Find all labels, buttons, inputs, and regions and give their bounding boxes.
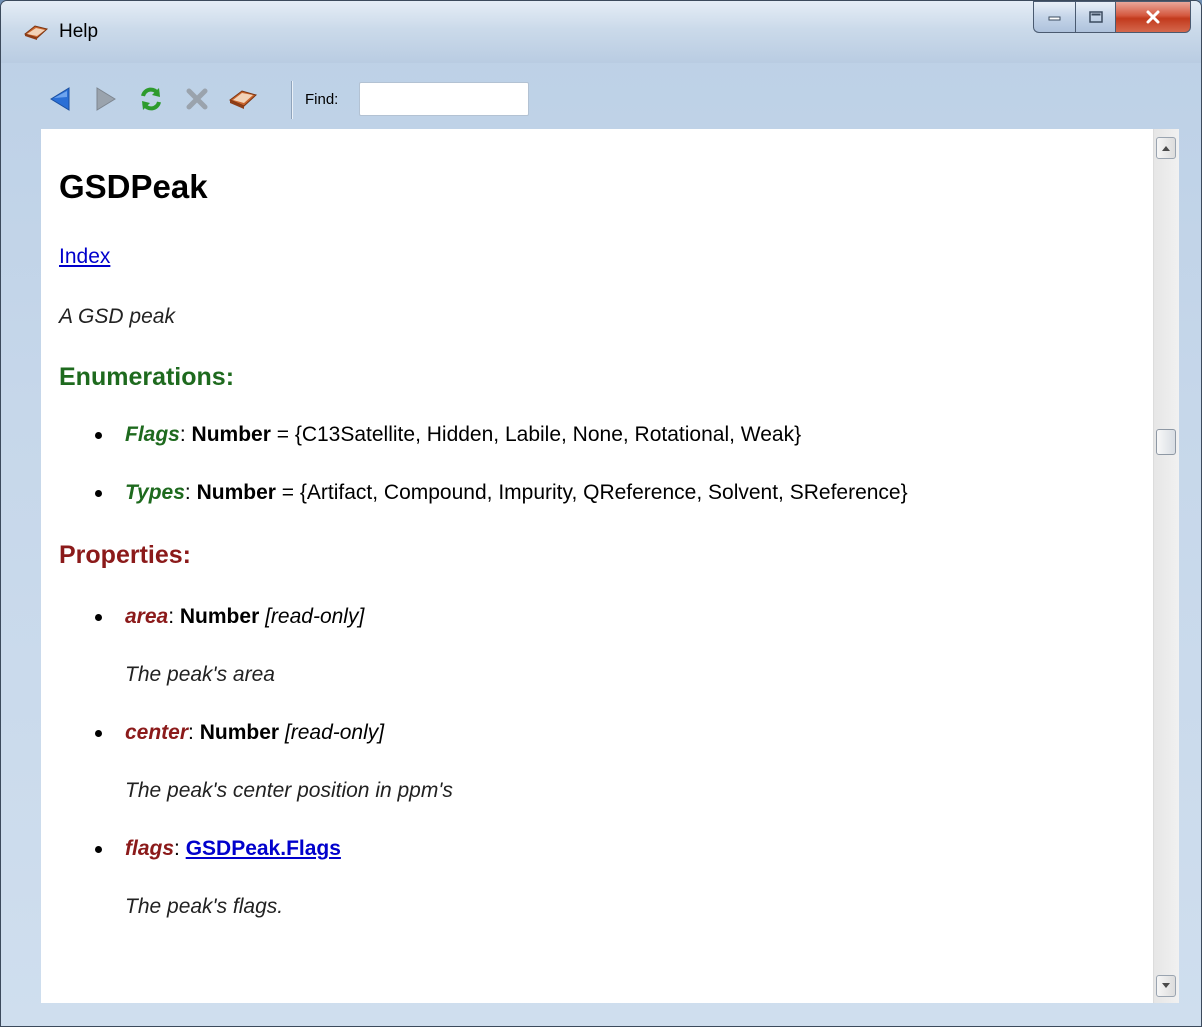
index-link[interactable]: Index bbox=[59, 245, 110, 269]
enum-values: = {Artifact, Compound, Impurity, QRefere… bbox=[275, 481, 908, 504]
separator: : bbox=[184, 481, 197, 504]
properties-list: area: Number [read-only] The peak's area… bbox=[59, 603, 1135, 921]
enum-name: Types bbox=[125, 481, 185, 504]
title-bar[interactable]: Help bbox=[1, 1, 1201, 63]
enumerations-heading: Enumerations: bbox=[59, 363, 235, 391]
property-description: The peak's area bbox=[125, 663, 275, 686]
type-name: Number bbox=[179, 605, 260, 628]
scroll-down-arrow-icon bbox=[1162, 983, 1170, 988]
scroll-up-button[interactable] bbox=[1156, 137, 1176, 159]
book-icon bbox=[23, 25, 49, 40]
scroll-up-arrow-icon bbox=[1162, 146, 1170, 151]
separator: : bbox=[179, 423, 192, 446]
separator: : bbox=[188, 721, 200, 744]
type-name: Number bbox=[199, 721, 280, 744]
type-name: Number bbox=[191, 423, 271, 446]
maximize-button[interactable] bbox=[1075, 1, 1115, 33]
property-description: The peak's flags. bbox=[125, 895, 284, 918]
close-button[interactable] bbox=[1115, 1, 1191, 33]
property-name: flags bbox=[125, 837, 175, 860]
document: GSDPeak Index A GSD peak Enumerations: F… bbox=[41, 167, 1153, 921]
scroll-down-button[interactable] bbox=[1156, 975, 1176, 997]
forward-arrow-icon[interactable] bbox=[89, 83, 121, 115]
enum-name: Flags bbox=[125, 423, 180, 446]
list-item: center: Number [read-only] bbox=[59, 719, 1135, 747]
properties-heading: Properties: bbox=[59, 541, 191, 569]
enum-values: = {C13Satellite, Hidden, Labile, None, R… bbox=[270, 423, 802, 446]
stop-icon[interactable] bbox=[181, 83, 213, 115]
find-input[interactable] bbox=[359, 82, 529, 116]
read-only-qualifier: [read-only] bbox=[259, 605, 365, 628]
find-label: Find: bbox=[305, 91, 339, 108]
type-name: Number bbox=[196, 481, 276, 504]
window-title: Help bbox=[59, 21, 99, 42]
help-window: Help Find: GSDPeak Index A GSD peak Enum… bbox=[0, 0, 1202, 1027]
scroll-thumb[interactable] bbox=[1156, 429, 1176, 455]
property-description: The peak's center position in ppm's bbox=[125, 779, 453, 802]
separator: : bbox=[174, 837, 186, 860]
separator: : bbox=[168, 605, 180, 628]
page-title: GSDPeak bbox=[59, 168, 208, 205]
list-item: Types: Number = {Artifact, Compound, Imp… bbox=[59, 479, 1135, 507]
refresh-icon[interactable] bbox=[135, 83, 167, 115]
vertical-scrollbar[interactable] bbox=[1153, 129, 1179, 1003]
type-link-gsdpeak-flags[interactable]: GSDPeak.Flags bbox=[186, 837, 341, 860]
property-name: center bbox=[125, 721, 189, 744]
window-controls bbox=[1033, 1, 1191, 35]
enumerations-list: Flags: Number = {C13Satellite, Hidden, L… bbox=[59, 421, 1135, 507]
minimize-icon bbox=[1048, 16, 1060, 21]
list-item: Flags: Number = {C13Satellite, Hidden, L… bbox=[59, 421, 1135, 449]
minimize-button[interactable] bbox=[1033, 1, 1075, 33]
read-only-qualifier: [read-only] bbox=[279, 721, 385, 744]
back-arrow-icon[interactable] bbox=[45, 83, 77, 115]
close-icon bbox=[1146, 10, 1160, 24]
property-name: area bbox=[125, 605, 169, 628]
maximize-icon bbox=[1088, 11, 1103, 23]
class-description: A GSD peak bbox=[59, 305, 175, 328]
home-book-icon[interactable] bbox=[227, 83, 259, 115]
toolbar-separator bbox=[291, 81, 292, 119]
list-item: area: Number [read-only] bbox=[59, 603, 1135, 631]
help-content: GSDPeak Index A GSD peak Enumerations: F… bbox=[41, 129, 1153, 1003]
list-item: flags: GSDPeak.Flags bbox=[59, 835, 1135, 863]
toolbar: Find: bbox=[31, 71, 1181, 129]
